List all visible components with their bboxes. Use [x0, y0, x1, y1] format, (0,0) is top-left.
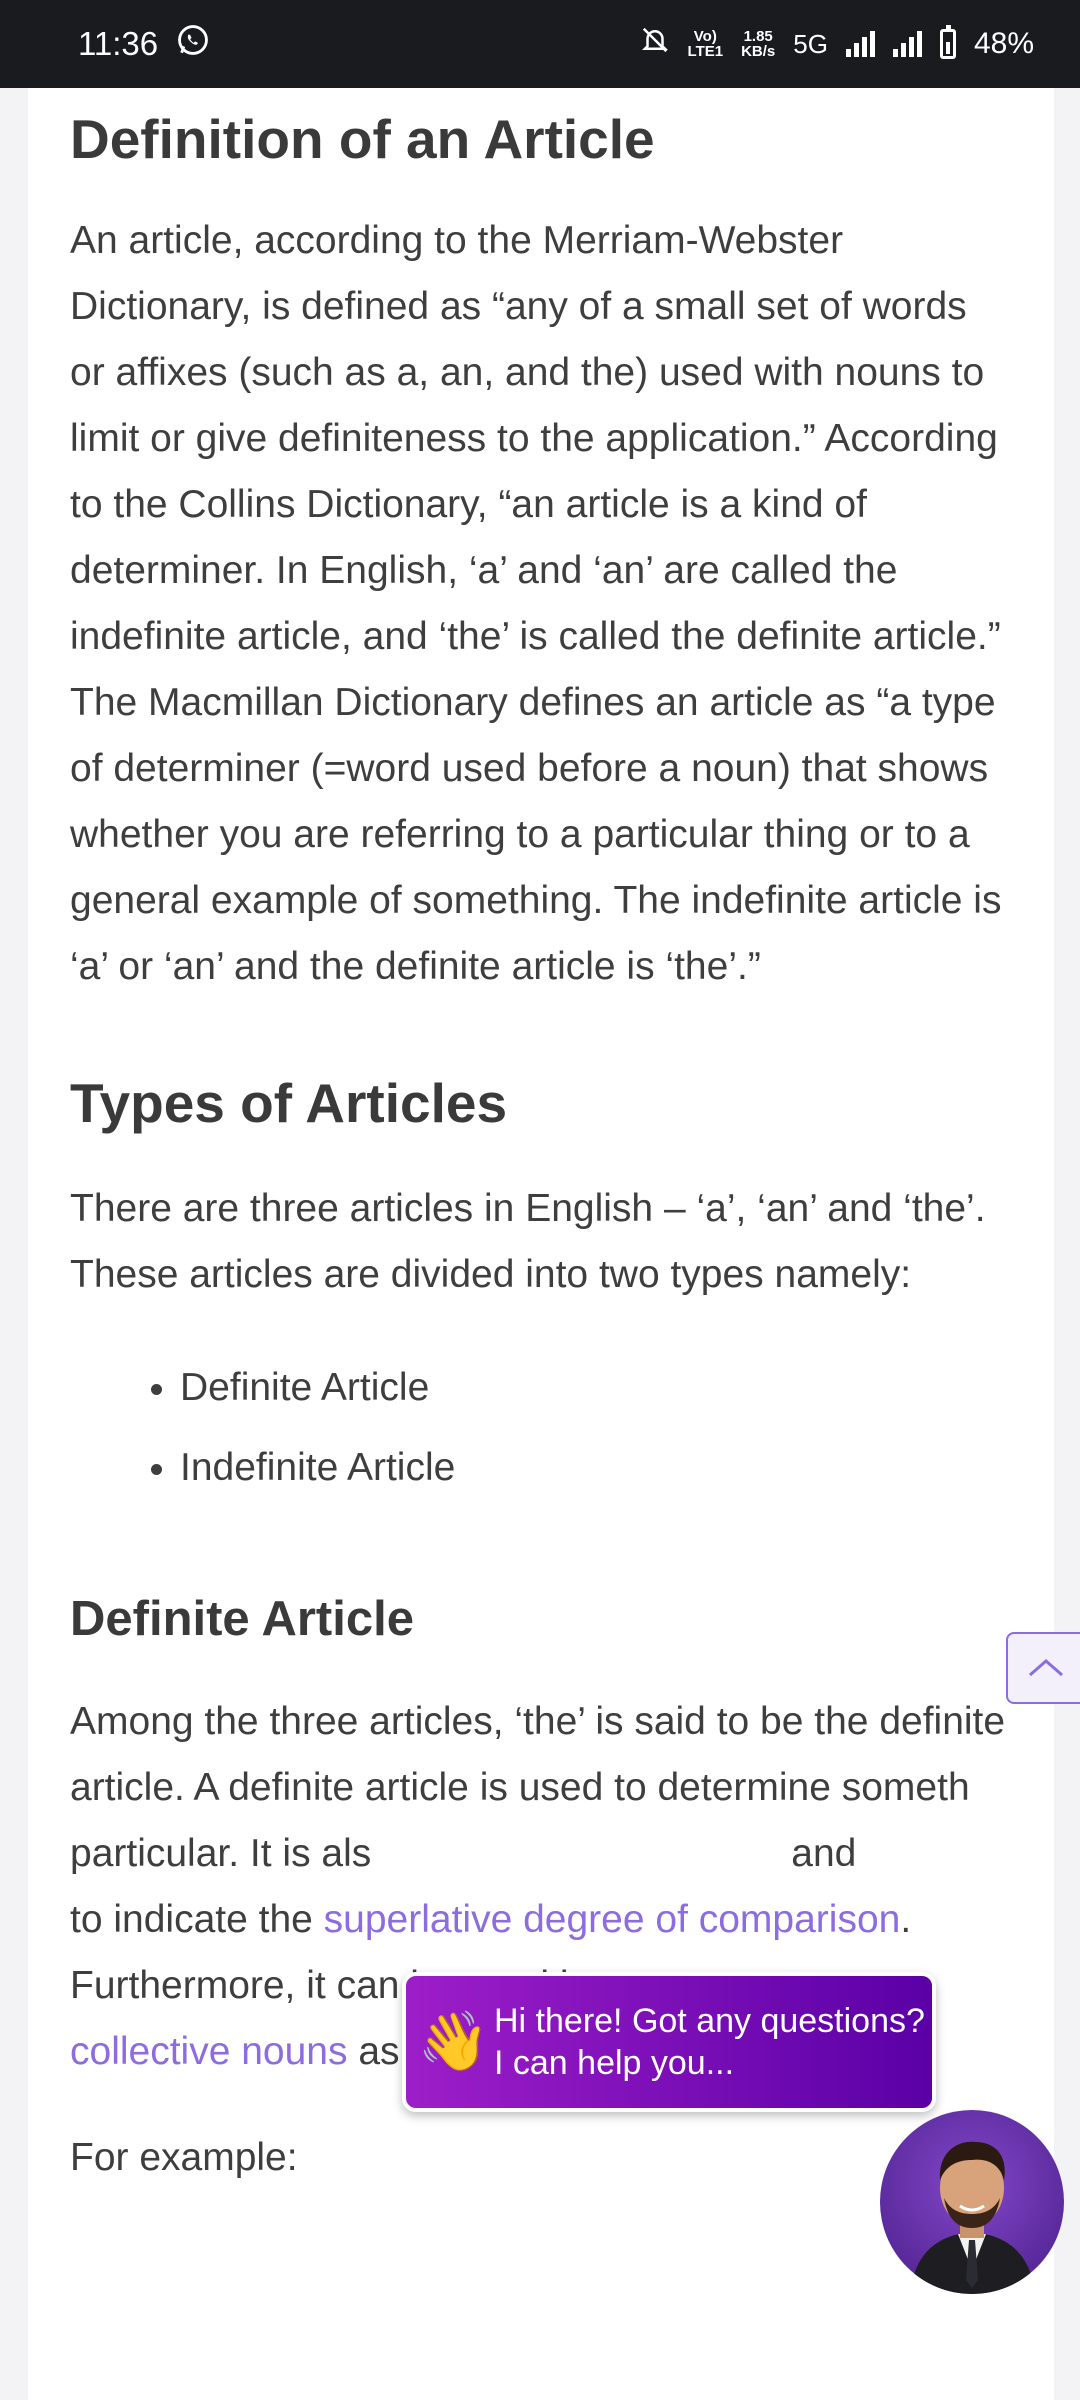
superlative-degree-link[interactable]: superlative degree of comparison [324, 1898, 901, 1941]
signal-icon [845, 31, 875, 57]
signal-icon-2 [892, 31, 922, 57]
paragraph-definite-part-3: and [791, 1831, 857, 1875]
whatsapp-icon [176, 23, 210, 65]
heading-types: Types of Articles [70, 1072, 508, 1134]
paragraph-definite-part-2: particular. It is als [70, 1831, 372, 1875]
chevron-up-icon [1026, 1649, 1066, 1688]
heading-definition: Definition of an Article [70, 108, 655, 170]
status-bar: 11:36 Vo) LTE1 1.85 KB/s 5G 48% [0, 0, 1080, 88]
list-item: Definite Article [180, 1348, 1012, 1428]
paragraph-definite-part-1: Among the three articles, ‘the’ is said … [70, 1699, 1006, 1809]
collective-nouns-link[interactable]: collective nouns [70, 2030, 348, 2073]
types-list: Definite Article Indefinite Article [70, 1348, 1012, 1508]
chat-bubble[interactable]: 👋 Hi there! Got any questions? I can hel… [402, 1972, 936, 2112]
status-time: 11:36 [78, 25, 159, 62]
for-example-text: For example: [70, 2135, 298, 2179]
bell-muted-icon [640, 25, 670, 63]
chat-assistant-avatar[interactable] [880, 2110, 1064, 2294]
chat-line-2: I can help you... [494, 2044, 735, 2082]
list-item: Indefinite Article [180, 1428, 1012, 1508]
paragraph-definition: An article, according to the Merriam-Web… [70, 219, 1002, 988]
chat-message: Hi there! Got any questions? I can help … [494, 2000, 925, 2084]
network-speed-unit: KB/s [741, 43, 776, 60]
battery-level: 48% [973, 27, 1034, 60]
network-speed-value: 1.85 [743, 28, 773, 45]
volte-top: Vo) [693, 28, 717, 45]
paragraph-definite-part-4: to indicate the [70, 1897, 324, 1941]
chat-line-1: Hi there! Got any questions? [494, 2002, 925, 2040]
waving-hand-icon: 👋 [417, 2009, 491, 2074]
network-speed: 1.85 KB/s [741, 29, 775, 59]
scroll-to-top-button[interactable] [1006, 1632, 1080, 1704]
network-type: 5G [793, 28, 828, 59]
battery-icon [939, 25, 956, 59]
volte-indicator: Vo) LTE1 [688, 29, 724, 59]
person-icon [910, 2141, 1035, 2294]
volte-bottom: LTE1 [687, 43, 724, 60]
paragraph-types: There are three articles in English – ‘a… [70, 1187, 986, 1296]
heading-definite: Definite Article [70, 1592, 414, 1646]
